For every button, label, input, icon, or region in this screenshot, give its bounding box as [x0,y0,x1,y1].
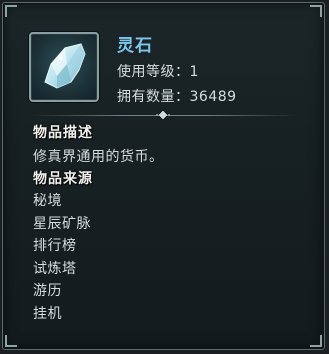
source-item: 游历 [33,283,62,300]
owned-quantity: 拥有数量：36489 [117,86,237,106]
item-icon-slot [29,32,99,102]
usage-level-label: 使用等级： [117,64,190,80]
owned-quantity-label: 拥有数量： [117,89,190,105]
source-item: 试炼塔 [33,260,77,277]
corner-ornament [310,335,322,347]
usage-level-value: 1 [189,64,199,80]
corner-ornament [5,335,17,347]
source-item: 星辰矿脉 [33,215,91,232]
source-item: 秘境 [33,193,62,209]
description-heading: 物品描述 [33,125,93,141]
owned-quantity-value: 36489 [189,89,237,105]
corner-ornament [310,5,322,17]
usage-level: 使用等级：1 [117,61,199,81]
divider-diamond-icon [156,110,170,120]
description-text: 修真界通用的货币。 [33,149,164,165]
spirit-crystal-icon [44,43,86,89]
corner-ornament [5,5,17,17]
source-list: 秘境 星辰矿脉 排行榜 试炼塔 游历 挂机 [33,190,91,326]
item-name: 灵石 [117,36,153,56]
source-heading: 物品来源 [33,171,93,187]
source-item: 排行榜 [33,238,77,255]
source-item: 挂机 [33,305,62,322]
